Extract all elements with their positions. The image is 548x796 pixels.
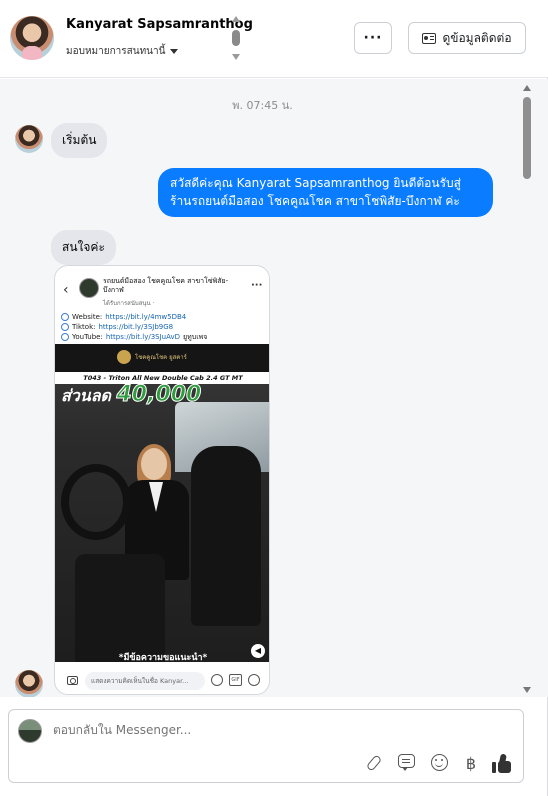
outgoing-message[interactable]: สวัสดีค่ะคุณ Kanyarat Sapsamranthog ยินด…	[158, 168, 493, 217]
attach-file-button[interactable]	[365, 754, 384, 773]
brand-logo	[117, 350, 131, 364]
view-contact-info-button[interactable]: ดูข้อมูลติดต่อ	[408, 22, 526, 54]
emoji-button[interactable]	[431, 754, 450, 773]
messenger-window: Kanyarat Sapsamranthog มอบหมายการสนทนานี…	[0, 0, 548, 796]
post-link-label: YouTube:	[72, 333, 103, 341]
post-more-icon: ···	[251, 280, 263, 291]
page-avatar	[79, 278, 99, 298]
post-link-url: https://bit.ly/3SJuAvD	[105, 333, 181, 341]
post-comment-tools: GIF	[211, 674, 260, 686]
car-console	[75, 554, 165, 662]
post-comment-field: แสดงความคิดเห็นในชื่อ Kanyar...	[85, 672, 205, 690]
contact-card-icon	[422, 32, 437, 44]
reply-input[interactable]	[53, 723, 433, 737]
globe-icon	[61, 323, 69, 331]
page-avatar	[18, 719, 42, 743]
globe-icon	[61, 333, 69, 341]
scroll-down-arrow-icon[interactable]	[523, 687, 531, 693]
reply-composer: ฿	[8, 709, 524, 783]
message-timestamp: พ. 07:45 น.	[232, 99, 293, 112]
post-link-label: Tiktok:	[72, 323, 96, 331]
brand-name: โชคคูณโชค ยูสคาร์	[135, 354, 187, 361]
post-links: Website: https://bit.ly/4mw5DB4 Tiktok: …	[61, 312, 207, 342]
post-link-url: https://bit.ly/3SJb9G8	[98, 323, 174, 331]
scroll-up-arrow-icon[interactable]	[523, 85, 531, 91]
incoming-message[interactable]: สนใจค่ะ	[51, 230, 116, 265]
scroll-thumb[interactable]	[523, 97, 531, 179]
caret-down-icon	[170, 49, 179, 54]
smiley-icon	[431, 754, 448, 771]
shared-post-card[interactable]: ‹ รถยนต์มือสอง โชคคูณโชค สาขาโซ่พิสัย-บึ…	[54, 265, 270, 695]
contact-name[interactable]: Kanyarat Sapsamranthog	[66, 17, 253, 32]
globe-icon	[61, 313, 69, 321]
steering-wheel	[61, 464, 131, 540]
composer-toolbar: ฿	[365, 753, 512, 773]
post-footer: แสดงความคิดเห็นในชื่อ Kanyar... GIF	[55, 666, 269, 694]
scroll-thumb[interactable]	[232, 30, 240, 46]
thread-scrollbar[interactable]	[521, 83, 533, 697]
header-scrollbar[interactable]	[231, 16, 241, 62]
promo-prefix: ส่วนลด	[61, 386, 111, 405]
post-link-row: YouTube: https://bit.ly/3SJuAvD ยูทูบเพจ	[61, 332, 207, 342]
video-caption: *มีข้อความขอแนะนำ*	[118, 653, 208, 662]
paperclip-icon	[365, 754, 383, 772]
post-link-suffix: ยูทูบเพจ	[183, 333, 208, 341]
post-link-row: Tiktok: https://bit.ly/3SJb9G8	[61, 322, 207, 332]
scroll-down-arrow-icon[interactable]	[232, 54, 240, 60]
camera-icon	[67, 676, 78, 685]
sender-avatar[interactable]	[15, 125, 43, 153]
post-header: ‹ รถยนต์มือสอง โชคคูณโชค สาขาโซ่พิสัย-บึ…	[55, 266, 269, 312]
message-thread[interactable]: พ. 07:45 น. เริ่มต้น สวัสดีค่ะคุณ Kanyar…	[0, 79, 548, 697]
payment-button[interactable]: ฿	[464, 754, 478, 773]
more-options-button[interactable]: ···	[354, 22, 392, 54]
post-page-name: รถยนต์มือสอง โชคคูณโชค สาขาโซ่พิสัย-บึงก…	[103, 277, 229, 294]
thumbs-up-icon	[492, 762, 496, 773]
car-seat	[191, 446, 261, 626]
baht-icon: ฿	[465, 754, 477, 773]
back-arrow-icon: ‹	[63, 282, 69, 298]
incoming-message[interactable]: เริ่มต้น	[51, 123, 108, 158]
post-link-url: https://bit.ly/4mw5DB4	[105, 313, 187, 321]
assign-label: มอบหมายการสนทนานี้	[66, 46, 166, 57]
contact-avatar[interactable]	[10, 16, 54, 60]
like-button[interactable]	[492, 753, 512, 773]
emoji-icon	[248, 674, 260, 686]
gif-icon: GIF	[229, 674, 242, 686]
scroll-up-arrow-icon[interactable]	[232, 16, 240, 22]
saved-reply-icon	[398, 754, 415, 771]
presenter-face	[141, 448, 167, 480]
post-video-thumbnail: โชคคูณโชค ยูสคาร์ T043 - Triton All New …	[55, 344, 269, 662]
post-sponsored-label: ได้รับการสนับสนุน ·	[103, 300, 155, 307]
view-contact-info-label: ดูข้อมูลติดต่อ	[442, 30, 512, 45]
post-link-row: Website: https://bit.ly/4mw5DB4	[61, 312, 207, 322]
post-link-label: Website:	[72, 313, 103, 321]
sound-icon: ◀	[251, 644, 265, 658]
sender-avatar[interactable]	[15, 670, 43, 697]
avatar-sticker-icon	[211, 674, 223, 686]
assign-conversation-dropdown[interactable]: มอบหมายการสนทนานี้	[66, 44, 179, 59]
saved-replies-button[interactable]	[398, 754, 417, 773]
conversation-header: Kanyarat Sapsamranthog มอบหมายการสนทนานี…	[0, 0, 548, 78]
